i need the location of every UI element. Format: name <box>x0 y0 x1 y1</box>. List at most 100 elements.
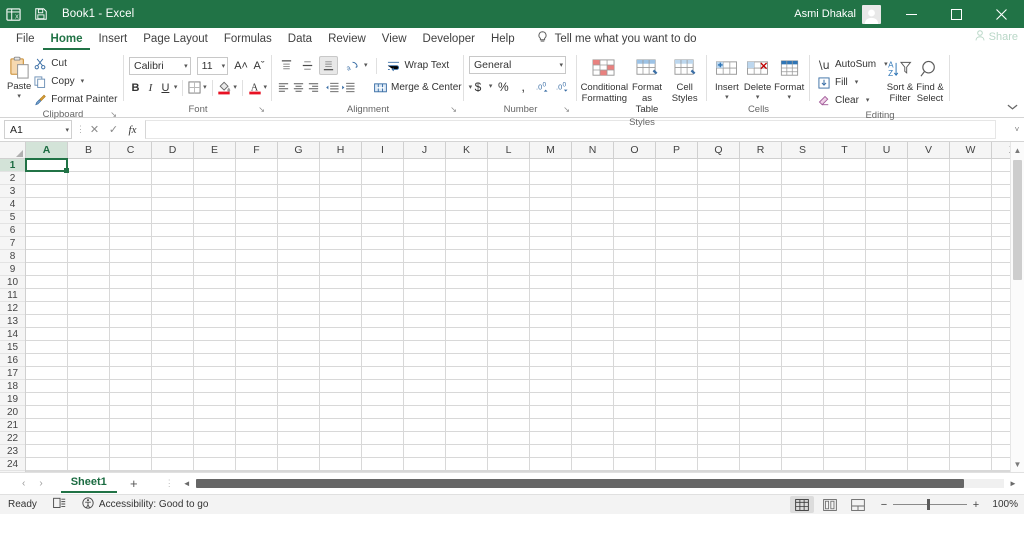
split-handle[interactable]: ⋮ <box>161 478 178 489</box>
underline-dropdown-icon[interactable]: ▾ <box>174 84 178 91</box>
zoom-in-button[interactable]: + <box>972 499 980 511</box>
column-header-A[interactable]: A <box>26 142 68 158</box>
merge-center-button[interactable]: Merge & Center ▾ <box>371 79 476 96</box>
row-header-13[interactable]: 13 <box>0 315 25 328</box>
autosum-button[interactable]: \u03a3 AutoSum ▾ <box>815 56 888 73</box>
scroll-left-button[interactable]: ◄ <box>182 479 192 488</box>
page-break-view-icon[interactable] <box>846 496 870 513</box>
row-header-17[interactable]: 17 <box>0 367 25 380</box>
confirm-entry-button[interactable]: ✓ <box>105 121 122 139</box>
sheet-tab-sheet1[interactable]: Sheet1 <box>60 474 117 493</box>
borders-dropdown-icon[interactable]: ▾ <box>203 84 207 91</box>
zoom-track[interactable] <box>893 499 967 510</box>
row-header-25[interactable]: 25 <box>0 471 25 472</box>
column-header-T[interactable]: T <box>824 142 866 158</box>
column-header-H[interactable]: H <box>320 142 362 158</box>
column-header-F[interactable]: F <box>236 142 278 158</box>
wrap-text-button[interactable]: Wrap Text <box>385 57 454 74</box>
zoom-out-button[interactable]: − <box>880 499 888 511</box>
conditional-formatting-button[interactable]: Conditional Formatting <box>581 54 628 105</box>
fill-button[interactable]: Fill ▾ <box>815 74 885 91</box>
add-sheet-button[interactable]: + <box>117 476 151 491</box>
row-header-10[interactable]: 10 <box>0 276 25 289</box>
scroll-down-button[interactable]: ▼ <box>1011 456 1024 472</box>
row-header-15[interactable]: 15 <box>0 341 25 354</box>
name-box[interactable]: A1 ▾ <box>4 120 72 139</box>
row-header-22[interactable]: 22 <box>0 432 25 445</box>
normal-view-icon[interactable] <box>790 496 814 513</box>
align-left-icon[interactable] <box>277 78 290 97</box>
insert-function-button[interactable]: fx <box>124 121 141 139</box>
tab-home[interactable]: Home <box>43 28 91 50</box>
number-dialog-launcher[interactable]: ↘ <box>563 103 570 117</box>
number-format-combo[interactable]: General ▾ <box>469 56 566 74</box>
percent-button[interactable]: % <box>494 77 512 96</box>
italic-button[interactable]: I <box>144 78 157 97</box>
row-header-7[interactable]: 7 <box>0 237 25 250</box>
account-name[interactable]: Asmi Dhakal <box>794 8 856 20</box>
align-bottom-icon[interactable] <box>319 56 338 75</box>
insert-dropdown-icon[interactable]: ▾ <box>725 94 729 101</box>
minimize-button[interactable] <box>889 0 934 28</box>
column-header-B[interactable]: B <box>68 142 110 158</box>
decrease-font-size-button[interactable]: Aˇ <box>251 56 267 75</box>
currency-button[interactable]: $ <box>469 77 487 96</box>
column-header-L[interactable]: L <box>488 142 530 158</box>
column-header-C[interactable]: C <box>110 142 152 158</box>
row-header-19[interactable]: 19 <box>0 393 25 406</box>
fill-handle[interactable] <box>64 168 69 173</box>
quick-access-toolbar[interactable] <box>30 3 52 25</box>
row-header-8[interactable]: 8 <box>0 250 25 263</box>
tab-developer[interactable]: Developer <box>415 28 483 50</box>
horizontal-scroll-track[interactable] <box>195 479 1004 488</box>
align-top-icon[interactable] <box>277 56 296 75</box>
zoom-slider[interactable]: − + <box>880 499 980 511</box>
column-header-U[interactable]: U <box>866 142 908 158</box>
previous-sheet-button[interactable]: ‹ <box>22 478 25 489</box>
comma-style-button[interactable]: , <box>514 77 532 96</box>
tab-help[interactable]: Help <box>483 28 523 50</box>
vertical-scroll-thumb[interactable] <box>1013 160 1022 280</box>
row-header-3[interactable]: 3 <box>0 185 25 198</box>
copy-button[interactable]: Copy ▾ <box>31 73 121 90</box>
next-sheet-button[interactable]: › <box>39 478 42 489</box>
record-macro-button[interactable] <box>53 497 66 512</box>
font-dialog-launcher[interactable]: ↘ <box>258 103 265 117</box>
column-header-O[interactable]: O <box>614 142 656 158</box>
user-avatar-icon[interactable] <box>862 4 881 24</box>
copy-dropdown-icon[interactable]: ▾ <box>81 78 85 85</box>
decrease-decimal-icon[interactable]: .0 0 <box>554 77 572 96</box>
column-header-R[interactable]: R <box>740 142 782 158</box>
find-select-button[interactable]: Find & Select <box>915 54 945 105</box>
row-header-2[interactable]: 2 <box>0 172 25 185</box>
column-header-Q[interactable]: Q <box>698 142 740 158</box>
row-header-6[interactable]: 6 <box>0 224 25 237</box>
cell-styles-button[interactable]: Cell Styles <box>668 54 702 105</box>
cut-button[interactable]: Cut <box>31 55 121 72</box>
format-cells-button[interactable]: Format ▾ <box>773 54 805 101</box>
font-size-combo[interactable]: 11 ▾ <box>196 56 229 75</box>
vertical-scrollbar[interactable]: ▲ ▼ <box>1010 142 1024 472</box>
orientation-dropdown-icon[interactable]: ▾ <box>364 62 368 69</box>
row-header-12[interactable]: 12 <box>0 302 25 315</box>
clear-dropdown-icon[interactable]: ▾ <box>866 97 870 104</box>
format-dropdown-icon[interactable]: ▾ <box>787 94 791 101</box>
share-button[interactable]: Share <box>975 30 1018 44</box>
row-header-20[interactable]: 20 <box>0 406 25 419</box>
collapse-ribbon-button[interactable] <box>1007 103 1018 114</box>
row-header-11[interactable]: 11 <box>0 289 25 302</box>
align-middle-icon[interactable] <box>298 56 317 75</box>
row-header-1[interactable]: 1 <box>0 159 25 172</box>
page-layout-view-icon[interactable] <box>818 496 842 513</box>
borders-icon[interactable] <box>188 78 201 97</box>
orientation-icon[interactable]: a <box>343 56 362 75</box>
save-icon[interactable] <box>30 3 52 25</box>
column-header-S[interactable]: S <box>782 142 824 158</box>
row-header-23[interactable]: 23 <box>0 445 25 458</box>
font-name-combo[interactable]: Calibri ▾ <box>129 56 191 75</box>
tab-page-layout[interactable]: Page Layout <box>135 28 216 50</box>
column-header-V[interactable]: V <box>908 142 950 158</box>
increase-font-size-button[interactable]: A˄ <box>233 56 249 75</box>
accessibility-status[interactable]: Accessibility: Good to go <box>82 497 208 512</box>
increase-decimal-icon[interactable]: .0 0 <box>534 77 552 96</box>
